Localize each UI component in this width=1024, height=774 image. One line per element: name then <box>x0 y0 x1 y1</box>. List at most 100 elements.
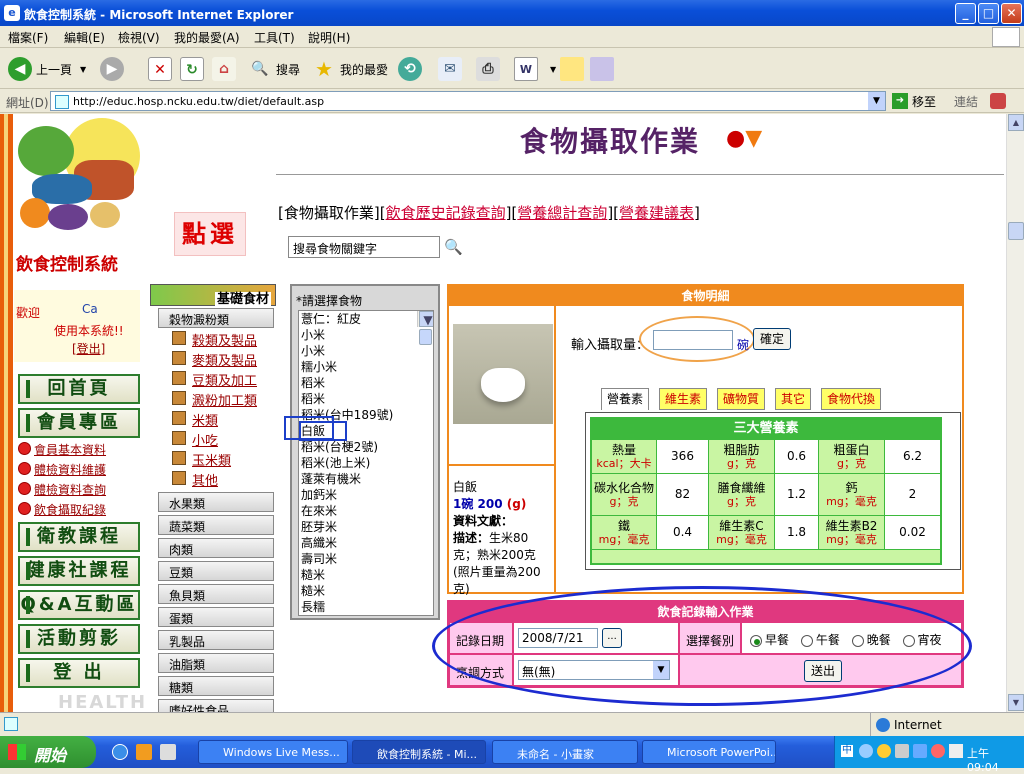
scroll-thumb[interactable] <box>419 329 432 345</box>
menu-file[interactable]: 檔案(F) <box>8 29 48 46</box>
tab-nutrients[interactable]: 營養素 <box>601 388 649 410</box>
print-button[interactable]: ⎙ <box>476 56 504 82</box>
volume-icon[interactable] <box>949 744 963 758</box>
member-link-profile[interactable]: 會員基本資料 <box>18 441 106 458</box>
scroll-down-icon[interactable]: ▼ <box>419 311 433 327</box>
menu-help[interactable]: 說明(H) <box>308 29 350 46</box>
start-button[interactable]: 開始 <box>0 736 96 768</box>
edit-dropdown-icon[interactable]: ▼ <box>550 65 556 74</box>
task-powerpoint[interactable]: Microsoft PowerPoi... <box>642 740 776 764</box>
category-vegetable[interactable]: 蔬菜類 <box>158 515 274 535</box>
address-input[interactable]: http://educ.hosp.ncku.edu.tw/diet/defaul… <box>50 91 886 111</box>
maximize-button[interactable]: □ <box>978 3 999 24</box>
nav-home[interactable]: 回首頁 <box>18 374 140 404</box>
confirm-button[interactable]: 確定 <box>753 328 791 350</box>
category-meat[interactable]: 肉類 <box>158 538 274 558</box>
tab-food-exchange[interactable]: 食物代換 <box>821 388 881 410</box>
nav-courses[interactable]: 衛教課程 <box>18 522 140 552</box>
forward-button[interactable]: ▶ <box>100 56 128 82</box>
category-dairy[interactable]: 乳製品 <box>158 630 274 650</box>
category-egg[interactable]: 蛋類 <box>158 607 274 627</box>
category-sugar[interactable]: 糖類 <box>158 676 274 696</box>
food-listbox[interactable]: 薏仁：紅皮 小米 小米 糯小米 稻米 稻米 稻米(台中189號) 白飯 稻米(台… <box>298 310 434 616</box>
food-item[interactable]: 糯小米 <box>299 359 433 375</box>
go-label[interactable]: 移至 <box>912 93 936 110</box>
food-item[interactable]: 壽司米 <box>299 551 433 567</box>
food-item[interactable]: 薏仁：紅皮 <box>299 311 433 327</box>
ie-quicklaunch-icon[interactable] <box>112 744 128 760</box>
food-item[interactable]: 蓬萊有機米 <box>299 471 433 487</box>
research-button[interactable] <box>590 56 618 82</box>
member-link-diet-record[interactable]: 飲食攝取紀錄 <box>18 501 106 518</box>
address-dropdown-icon[interactable]: ▼ <box>868 92 885 110</box>
food-search-input[interactable]: 搜尋食物關鍵字 <box>288 236 440 258</box>
clock[interactable]: 上午 09:04 <box>967 745 1024 774</box>
favorites-button[interactable]: ★ 我的最愛 <box>312 56 388 82</box>
home-button[interactable]: ⌂ <box>212 56 240 82</box>
food-item[interactable]: 稻米 <box>299 391 433 407</box>
grain-sub-corn[interactable]: 玉米類 <box>172 450 231 469</box>
stop-button[interactable]: ✕ <box>148 56 176 82</box>
minimize-button[interactable]: _ <box>955 3 976 24</box>
grain-sub-cereal[interactable]: 穀類及製品 <box>172 330 257 349</box>
grain-sub-starch[interactable]: 澱粉加工類 <box>172 390 257 409</box>
discuss-button[interactable] <box>560 56 588 82</box>
task-ie-diet[interactable]: 飲食控制系統 - Mi... <box>352 740 486 764</box>
back-dropdown-icon[interactable]: ▼ <box>80 65 86 74</box>
links-label[interactable]: 連結 <box>954 93 978 110</box>
grain-sub-wheat[interactable]: 麥類及製品 <box>172 350 257 369</box>
link-nutrition-total[interactable]: 營養總計查詢 <box>517 204 607 222</box>
food-item[interactable]: 糙米 <box>299 567 433 583</box>
ime-icon[interactable]: 中 <box>841 745 853 757</box>
category-fruit[interactable]: 水果類 <box>158 492 274 512</box>
tray-icon[interactable] <box>877 744 891 758</box>
category-oil[interactable]: 油脂類 <box>158 653 274 673</box>
food-item[interactable]: 稻米(池上米) <box>299 455 433 471</box>
food-list-scrollbar[interactable]: ▲ ▼ <box>417 311 433 345</box>
close-button[interactable]: ✕ <box>1001 3 1022 24</box>
tab-minerals[interactable]: 礦物質 <box>717 388 765 410</box>
task-paint[interactable]: 未命名 - 小畫家 <box>492 740 638 764</box>
member-link-checkup-edit[interactable]: 體檢資料維護 <box>18 461 106 478</box>
food-item[interactable]: 稻米(台梗2號) <box>299 439 433 455</box>
links-icon[interactable] <box>990 93 1006 109</box>
menu-edit[interactable]: 編輯(E) <box>64 29 105 46</box>
refresh-button[interactable]: ↻ <box>180 56 208 82</box>
scroll-down-icon[interactable]: ▼ <box>1008 694 1024 711</box>
tab-vitamins[interactable]: 維生素 <box>659 388 707 410</box>
desktop-quicklaunch-icon[interactable] <box>160 744 176 760</box>
nav-member[interactable]: 會員專區 <box>18 408 140 438</box>
back-button[interactable]: ◀ 上一頁 ▼ <box>8 56 86 82</box>
food-item[interactable]: 稻米 <box>299 375 433 391</box>
tray-icon[interactable] <box>931 744 945 758</box>
tray-icon[interactable] <box>859 744 873 758</box>
grain-sub-snack[interactable]: 小吃 <box>172 430 218 449</box>
menu-view[interactable]: 檢視(V) <box>118 29 160 46</box>
grain-sub-other[interactable]: 其他 <box>172 470 218 489</box>
network-icon[interactable] <box>913 744 927 758</box>
history-button[interactable]: ⟲ <box>398 56 426 82</box>
food-item[interactable]: 長糯 <box>299 599 433 615</box>
outlook-quicklaunch-icon[interactable] <box>136 744 152 760</box>
food-item[interactable]: 胚芽米 <box>299 519 433 535</box>
food-item[interactable]: 在來米 <box>299 503 433 519</box>
tray-icon[interactable] <box>895 744 909 758</box>
link-diet-history[interactable]: 飲食歷史記錄查詢 <box>386 204 506 222</box>
menu-favorites[interactable]: 我的最愛(A) <box>174 29 240 46</box>
food-item[interactable]: 糙米 <box>299 583 433 599</box>
nav-health-club[interactable]: 健康社課程 <box>18 556 140 586</box>
search-button[interactable]: 🔍 搜尋 <box>248 56 300 82</box>
page-scrollbar[interactable]: ▲ ▼ <box>1006 114 1024 712</box>
scroll-thumb[interactable] <box>1008 222 1024 240</box>
grain-sub-rice[interactable]: 米類 <box>172 410 218 429</box>
mail-button[interactable]: ✉ <box>438 56 466 82</box>
logout-link[interactable]: [登出] <box>72 340 105 357</box>
nav-qa[interactable]: Q&A互動區 <box>18 590 140 620</box>
category-hobby[interactable]: 嗜好性食品 <box>158 699 274 712</box>
food-item[interactable]: 高纖米 <box>299 535 433 551</box>
food-item[interactable]: 加鈣米 <box>299 487 433 503</box>
search-icon[interactable]: 🔍 <box>444 238 463 256</box>
task-live-messenger[interactable]: Windows Live Mess... <box>198 740 348 764</box>
member-link-checkup-query[interactable]: 體檢資料查詢 <box>18 481 106 498</box>
category-grain[interactable]: 穀物澱粉類 <box>158 308 274 328</box>
